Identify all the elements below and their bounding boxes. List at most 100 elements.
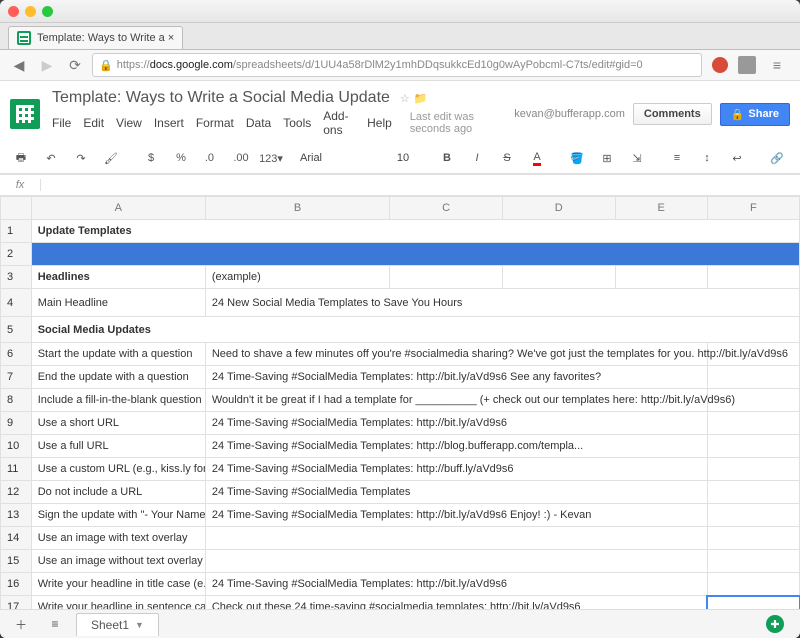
cell[interactable]: Sign the update with "- Your Name" <box>31 504 205 527</box>
more-formats-icon[interactable]: 123▾ <box>258 147 284 169</box>
close-window-icon[interactable] <box>8 6 19 17</box>
row-header[interactable]: 9 <box>1 412 32 435</box>
select-all-corner[interactable] <box>1 197 32 220</box>
cell[interactable] <box>707 573 799 596</box>
cell[interactable]: Use a custom URL (e.g., kiss.ly for KISS <box>31 458 205 481</box>
row-header[interactable]: 5 <box>1 317 32 343</box>
address-bar[interactable]: 🔒 https:// docs.google.com /spreadsheets… <box>92 53 702 77</box>
minimize-window-icon[interactable] <box>25 6 36 17</box>
cell[interactable]: Headlines <box>31 266 205 289</box>
cell[interactable] <box>31 243 799 266</box>
menu-data[interactable]: Data <box>246 116 271 130</box>
menu-insert[interactable]: Insert <box>154 116 184 130</box>
folder-icon[interactable]: 📁 <box>414 92 428 105</box>
comments-button[interactable]: Comments <box>633 103 712 125</box>
col-header[interactable]: E <box>615 197 707 220</box>
insert-link-icon[interactable]: 🔗 <box>764 147 790 169</box>
fill-color-icon[interactable]: 🪣 <box>564 147 590 169</box>
menu-file[interactable]: File <box>52 116 71 130</box>
explore-button[interactable]: ✚ <box>766 615 784 633</box>
cell[interactable]: Main Headline <box>31 289 205 317</box>
row-header[interactable]: 11 <box>1 458 32 481</box>
user-email[interactable]: kevan@bufferapp.com <box>514 108 625 120</box>
menu-addons[interactable]: Add-ons <box>323 109 355 137</box>
cell[interactable]: 24 New Social Media Templates to Save Yo… <box>205 289 799 317</box>
row-header[interactable]: 16 <box>1 573 32 596</box>
cell[interactable]: End the update with a question <box>31 366 205 389</box>
cell[interactable] <box>707 481 799 504</box>
paint-format-icon[interactable]: 🖌 <box>98 147 124 169</box>
cell[interactable]: Use an image without text overlay <box>31 550 205 573</box>
cell[interactable]: Check out these 24 time-saving #socialme… <box>205 596 707 610</box>
row-header[interactable]: 7 <box>1 366 32 389</box>
spreadsheet-grid[interactable]: A B C D E F 1Update Templates 2 3Headlin… <box>0 196 800 609</box>
font-family-select[interactable] <box>298 151 372 165</box>
cell[interactable]: 24 Time-Saving #SocialMedia Templates: h… <box>205 504 707 527</box>
extension-icon[interactable] <box>712 57 728 73</box>
row-header[interactable]: 1 <box>1 220 32 243</box>
cell[interactable]: 24 Time-Saving #SocialMedia Templates <box>205 481 707 504</box>
cell[interactable] <box>205 527 707 550</box>
cell[interactable] <box>205 550 707 573</box>
document-title[interactable]: Template: Ways to Write a Social Media U… <box>48 87 394 109</box>
increase-decimal-icon[interactable]: .00 <box>228 147 254 169</box>
all-sheets-button[interactable]: ≡ <box>42 613 68 635</box>
merge-cells-icon[interactable]: ⇲ <box>624 147 650 169</box>
add-sheet-button[interactable]: ＋ <box>8 613 34 635</box>
menu-format[interactable]: Format <box>196 116 234 130</box>
cell[interactable]: Social Media Updates <box>31 317 799 343</box>
cell[interactable] <box>707 366 799 389</box>
redo-icon[interactable]: ↷ <box>68 147 94 169</box>
browser-tab[interactable]: Template: Ways to Write a × <box>8 26 183 49</box>
cell[interactable] <box>707 527 799 550</box>
menu-help[interactable]: Help <box>367 116 392 130</box>
decrease-decimal-icon[interactable]: .0 <box>198 147 224 169</box>
cell[interactable]: Do not include a URL <box>31 481 205 504</box>
font-size-select[interactable] <box>386 151 420 165</box>
text-wrap-icon[interactable]: ↩ <box>724 147 750 169</box>
cell[interactable] <box>707 412 799 435</box>
row-header[interactable]: 14 <box>1 527 32 550</box>
cell[interactable]: 24 Time-Saving #SocialMedia Templates: h… <box>205 458 707 481</box>
cell[interactable]: 24 Time-Saving #SocialMedia Templates: h… <box>205 435 707 458</box>
row-header[interactable]: 8 <box>1 389 32 412</box>
cell[interactable]: (example) <box>205 266 389 289</box>
cell[interactable]: Include a fill-in-the-blank question <box>31 389 205 412</box>
cell[interactable] <box>707 266 799 289</box>
cell[interactable]: Update Templates <box>31 220 799 243</box>
cell[interactable]: Use an image with text overlay <box>31 527 205 550</box>
cell[interactable] <box>707 504 799 527</box>
share-button[interactable]: 🔒 Share <box>720 103 790 126</box>
cell[interactable]: Use a full URL <box>31 435 205 458</box>
cell[interactable] <box>390 266 503 289</box>
cell[interactable] <box>707 458 799 481</box>
col-header[interactable]: A <box>31 197 205 220</box>
text-color-icon[interactable]: A <box>524 147 550 169</box>
cell[interactable]: 24 Time-Saving #SocialMedia Templates: h… <box>205 366 707 389</box>
menu-edit[interactable]: Edit <box>83 116 104 130</box>
cell[interactable] <box>707 550 799 573</box>
cell[interactable]: Use a short URL <box>31 412 205 435</box>
borders-icon[interactable]: ⊞ <box>594 147 620 169</box>
row-header[interactable]: 2 <box>1 243 32 266</box>
row-header[interactable]: 10 <box>1 435 32 458</box>
col-header[interactable]: F <box>707 197 799 220</box>
print-icon[interactable]: 🖶 <box>8 147 34 169</box>
cell[interactable]: 24 Time-Saving #SocialMedia Templates: h… <box>205 573 707 596</box>
strikethrough-icon[interactable]: S <box>494 147 520 169</box>
row-header[interactable]: 6 <box>1 343 32 366</box>
cell[interactable]: Write your headline in sentence case (e. <box>31 596 205 610</box>
chevron-down-icon[interactable]: ▼ <box>135 620 144 630</box>
italic-icon[interactable]: I <box>464 147 490 169</box>
insert-comment-icon[interactable]: 💬 <box>794 147 800 169</box>
undo-icon[interactable]: ↶ <box>38 147 64 169</box>
star-icon[interactable]: ☆ <box>400 92 410 105</box>
col-header[interactable]: C <box>390 197 503 220</box>
row-header[interactable]: 4 <box>1 289 32 317</box>
cell[interactable]: 24 Time-Saving #SocialMedia Templates: h… <box>205 412 707 435</box>
col-header[interactable]: B <box>205 197 389 220</box>
zoom-window-icon[interactable] <box>42 6 53 17</box>
cell[interactable]: Start the update with a question <box>31 343 205 366</box>
menu-view[interactable]: View <box>116 116 142 130</box>
forward-button[interactable]: ▶ <box>36 54 58 76</box>
